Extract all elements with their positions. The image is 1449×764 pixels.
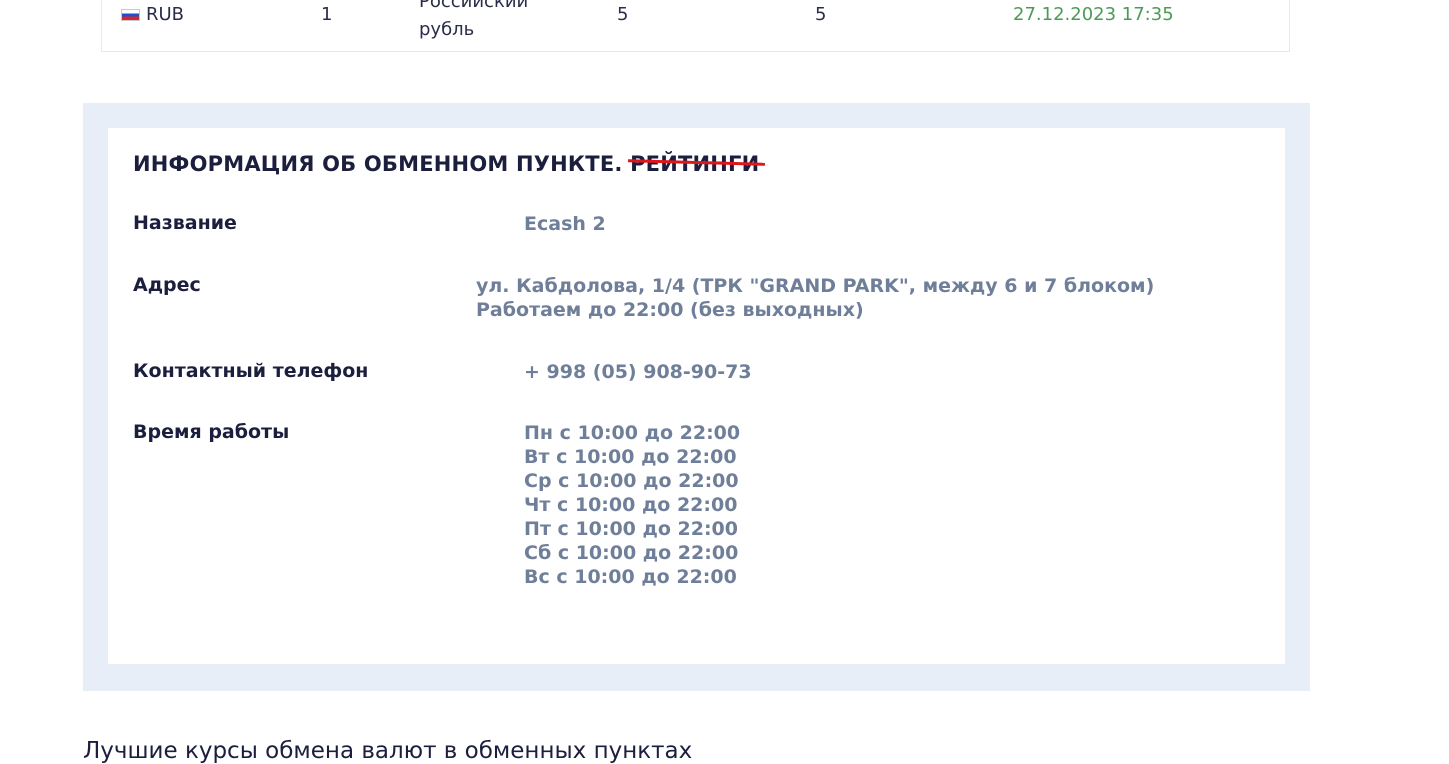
buy-rate: 5	[617, 4, 629, 25]
phone-value: + 998 (05) 908-90-73	[524, 361, 752, 383]
info-title-text: ИНФОРМАЦИЯ ОБ ОБМЕННОМ ПУНКТЕ.	[133, 152, 623, 176]
hours-saturday: Сб с 10:00 до 22:00	[524, 542, 739, 564]
phone-label: Контактный телефон	[133, 360, 369, 382]
currency-code-cell: RUB	[121, 4, 184, 25]
hours-thursday: Чт с 10:00 до 22:00	[524, 494, 738, 516]
exchange-info-card: ИНФОРМАЦИЯ ОБ ОБМЕННОМ ПУНКТЕ. РЕЙТИНГИ …	[108, 128, 1285, 664]
hours-monday: Пн с 10:00 до 22:00	[524, 422, 741, 444]
currency-code: RUB	[146, 4, 185, 25]
best-rates-heading: Лучшие курсы обмена валют в обменных пун…	[83, 738, 693, 764]
hours-tuesday: Вт с 10:00 до 22:00	[524, 446, 737, 468]
currency-name-line1: Российский	[419, 0, 529, 12]
rates-table: RUB 1 Российский рубль 5 5 27.12.2023 17…	[101, 0, 1290, 52]
currency-name: Российский рубль	[419, 0, 559, 44]
hours-wednesday: Ср с 10:00 до 22:00	[524, 470, 739, 492]
info-title: ИНФОРМАЦИЯ ОБ ОБМЕННОМ ПУНКТЕ. РЕЙТИНГИ	[133, 152, 759, 176]
rate-updated-time: 27.12.2023 17:35	[1013, 4, 1174, 25]
hours-friday: Пт с 10:00 до 22:00	[524, 518, 738, 540]
address-label: Адрес	[133, 274, 201, 296]
address-value: ул. Кабдолова, 1/4 (ТРК "GRAND PARK", ме…	[476, 275, 1155, 321]
hours-label: Время работы	[133, 421, 290, 443]
currency-nominal: 1	[321, 4, 333, 25]
exchange-info-panel: ИНФОРМАЦИЯ ОБ ОБМЕННОМ ПУНКТЕ. РЕЙТИНГИ …	[83, 103, 1310, 691]
russia-flag-icon	[121, 8, 140, 21]
sell-rate: 5	[815, 4, 827, 25]
currency-name-line2: рубль	[419, 19, 475, 40]
ratings-struck-link: РЕЙТИНГИ	[630, 152, 760, 176]
hours-sunday: Вс с 10:00 до 22:00	[524, 566, 737, 588]
name-value: Ecash 2	[524, 213, 606, 235]
working-hours-list: Пн с 10:00 до 22:00 Вт с 10:00 до 22:00 …	[524, 421, 740, 589]
name-label: Название	[133, 212, 237, 234]
